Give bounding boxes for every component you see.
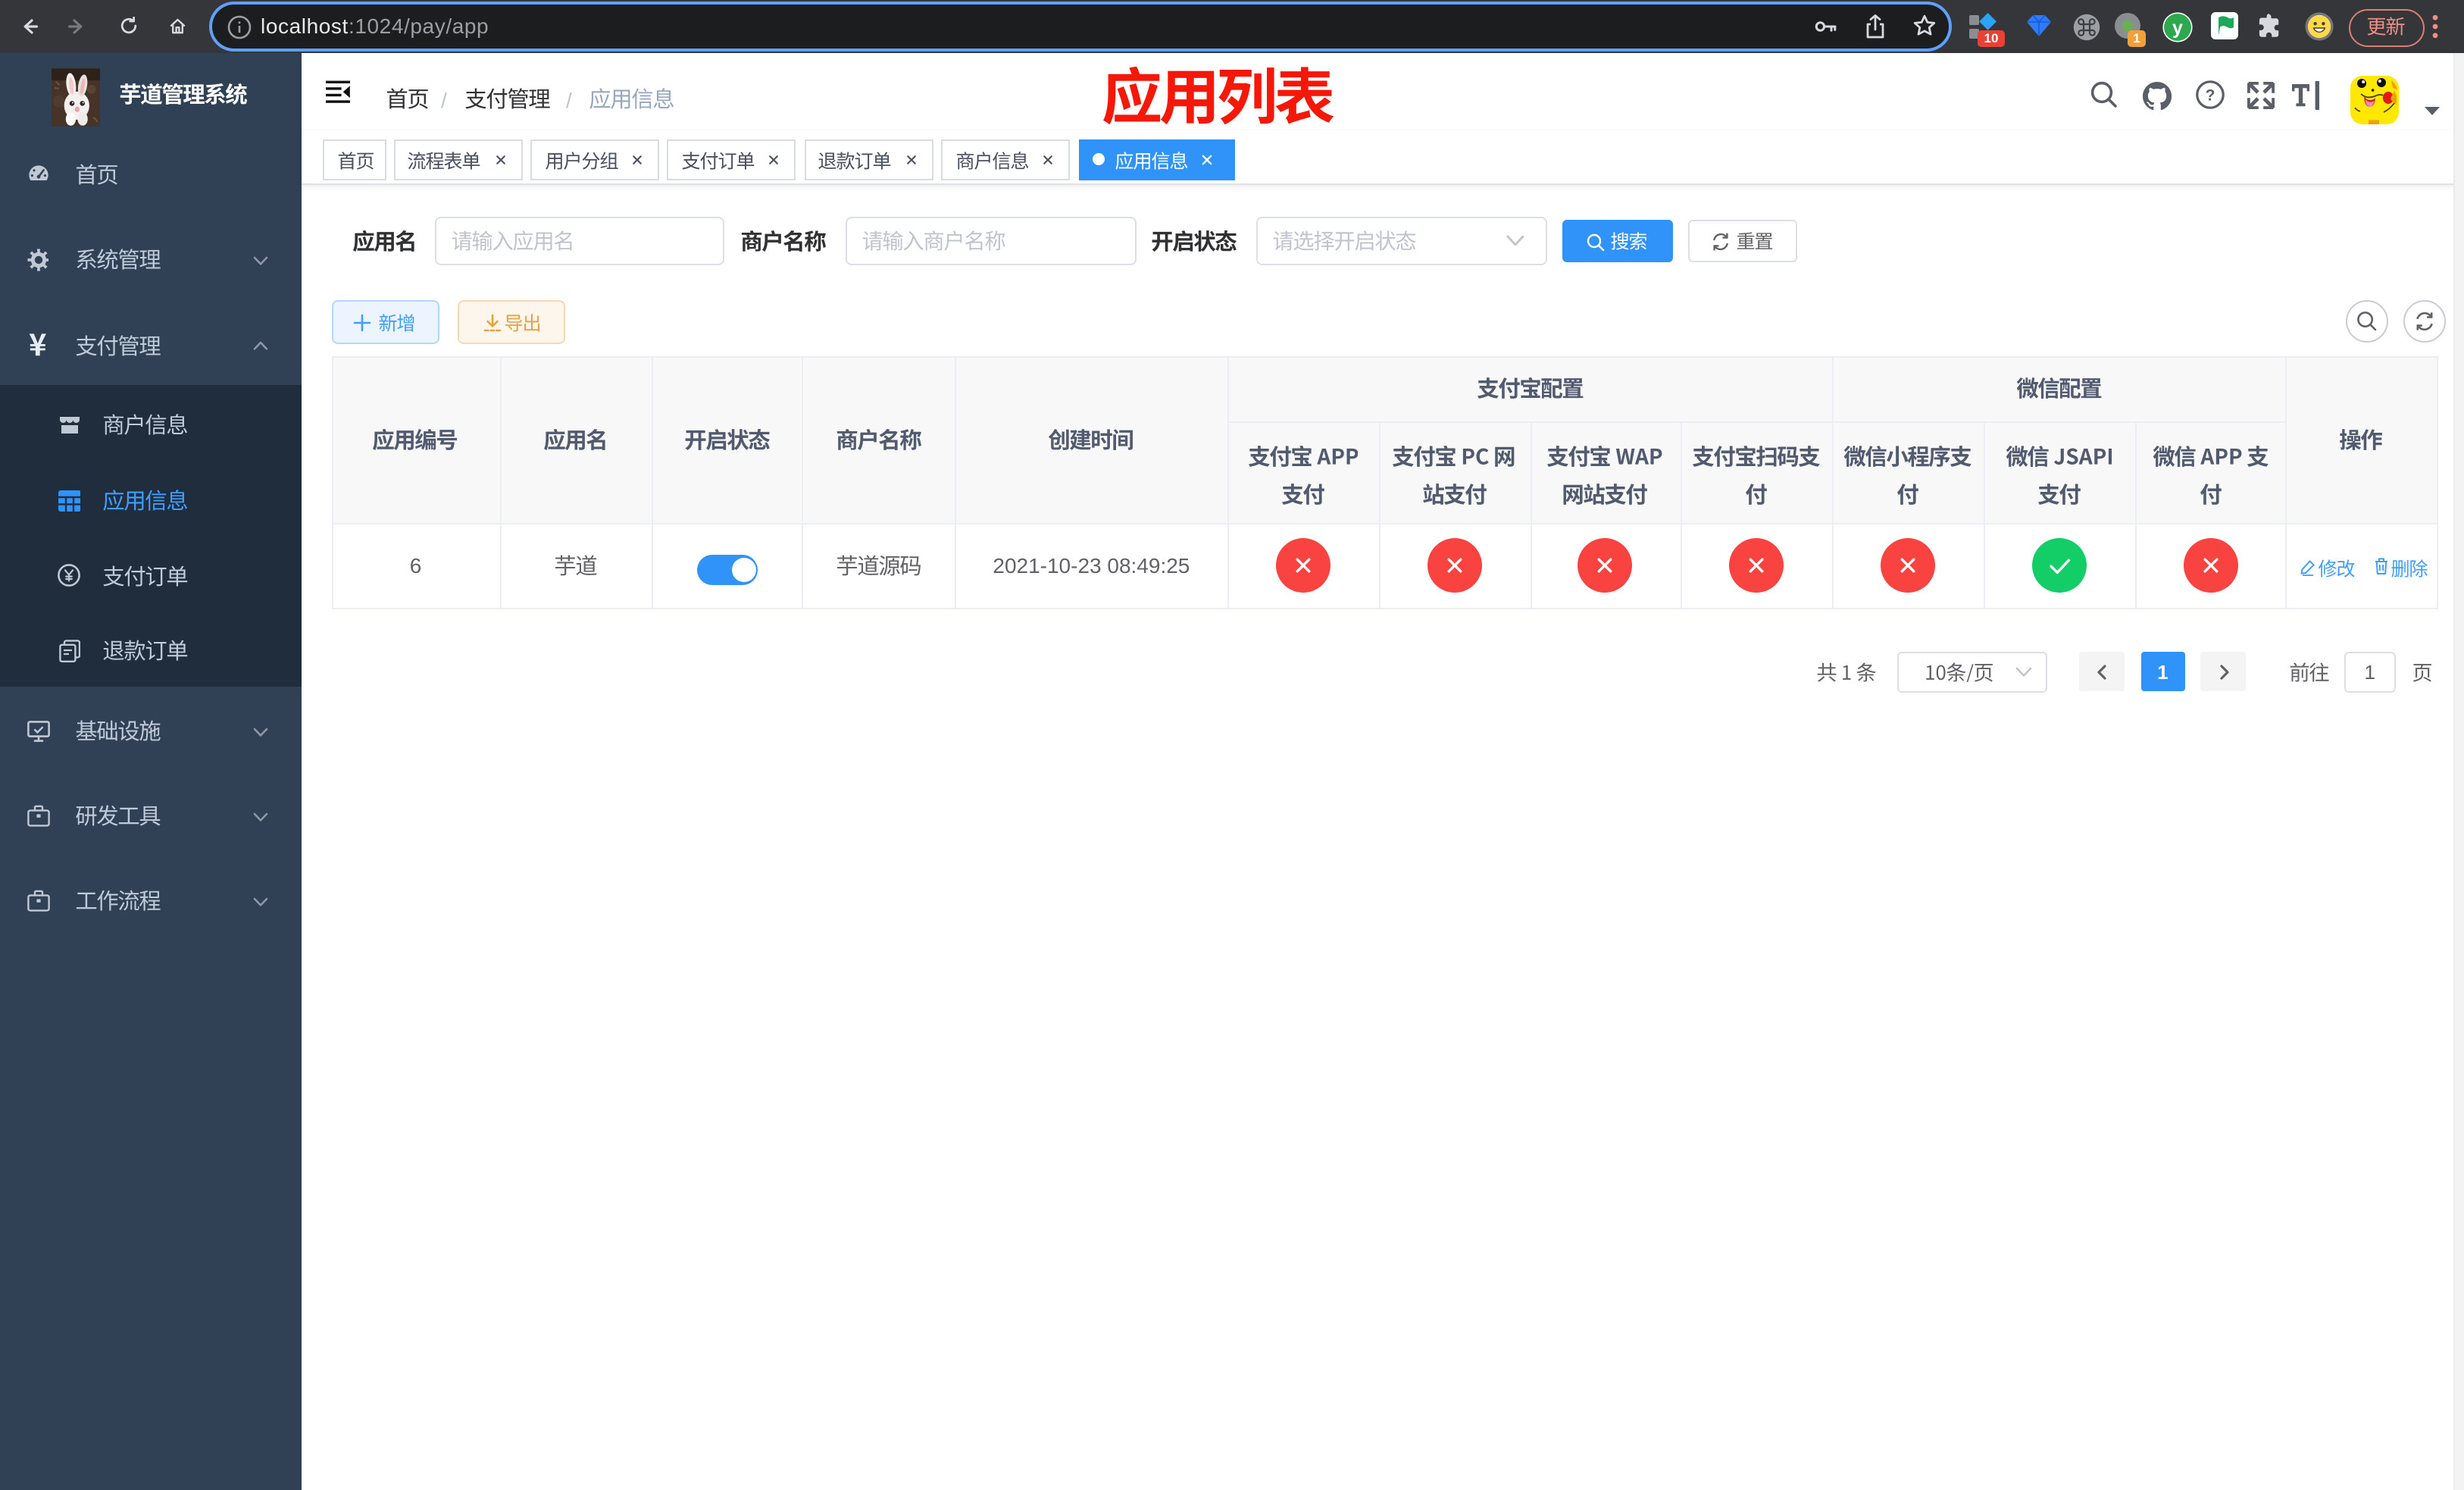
svg-text:y: y (2172, 17, 2183, 38)
svg-text:?: ? (2206, 86, 2215, 104)
